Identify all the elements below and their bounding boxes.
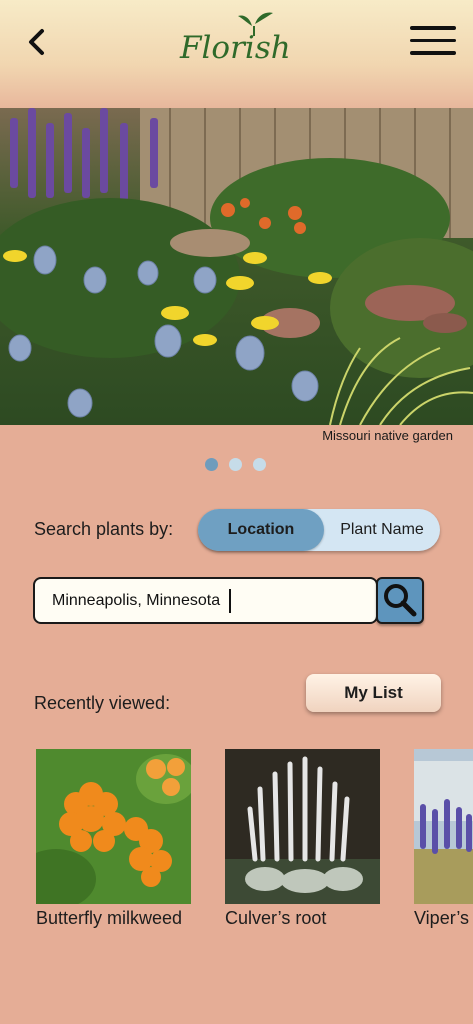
carousel-dot-3[interactable] [253, 458, 266, 471]
carousel-dot-1[interactable] [205, 458, 218, 471]
logo-text: Florish [179, 30, 291, 66]
plant-thumbnail [414, 749, 473, 904]
search-mode-toggle[interactable]: Location Plant Name [198, 509, 440, 551]
plant-thumbnail [36, 749, 191, 904]
search-icon [384, 584, 417, 617]
recent-plant-card[interactable]: Viper’s [414, 749, 473, 930]
recently-viewed-label: Recently viewed: [34, 693, 171, 713]
search-button[interactable] [376, 577, 424, 624]
carousel-dots [205, 458, 266, 471]
toggle-option-plant-name[interactable]: Plant Name [324, 509, 440, 551]
plant-name: Butterfly milkweed [36, 908, 183, 928]
chevron-left-icon [29, 29, 44, 55]
search-by-label: Search plants by: [34, 519, 174, 539]
back-button[interactable] [22, 26, 54, 58]
my-list-button[interactable]: My List [306, 674, 441, 712]
plant-thumbnail [225, 749, 380, 904]
menu-button[interactable] [410, 26, 456, 60]
menu-line [410, 51, 456, 55]
toggle-option-location[interactable]: Location [198, 509, 324, 551]
app-header: Florish [0, 0, 473, 108]
menu-line [410, 26, 456, 30]
text-caret [229, 589, 231, 613]
menu-line [410, 38, 456, 42]
carousel-dot-2[interactable] [229, 458, 242, 471]
plant-name: Viper’s [414, 908, 470, 928]
recent-plant-card[interactable]: Butterfly milkweed [36, 749, 191, 930]
plant-name: Culver’s root [225, 908, 327, 928]
hero-caption: Missouri native garden [322, 428, 453, 443]
location-search-input[interactable] [33, 577, 378, 624]
recent-plant-card[interactable]: Culver’s root [225, 749, 380, 930]
hero-garden-image[interactable] [0, 108, 473, 425]
florish-logo: Florish [179, 12, 291, 66]
